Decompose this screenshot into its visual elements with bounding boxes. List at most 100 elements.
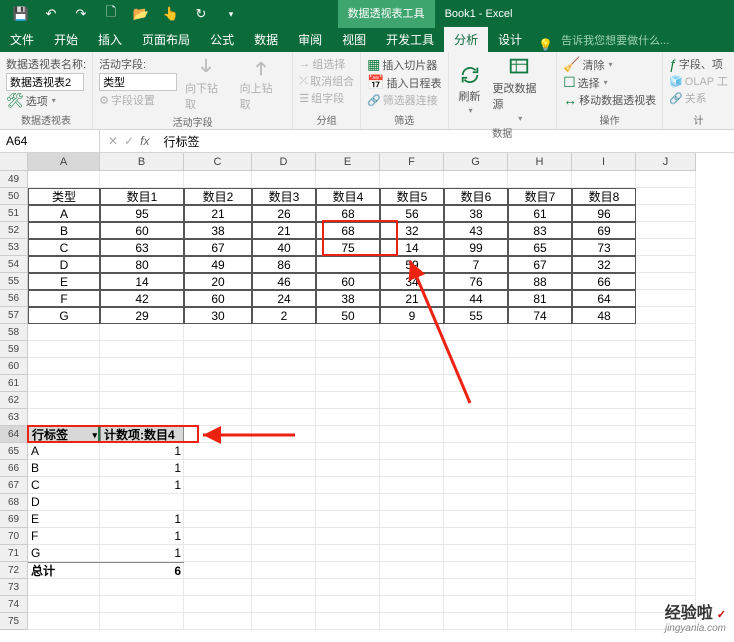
select-all-button[interactable] [0, 153, 28, 171]
cell[interactable] [444, 511, 508, 528]
cell[interactable]: 30 [184, 307, 252, 324]
cell[interactable] [572, 528, 636, 545]
cell[interactable] [184, 494, 252, 511]
cell[interactable]: D [28, 256, 100, 273]
cell[interactable] [184, 392, 252, 409]
cell[interactable] [508, 579, 572, 596]
cell[interactable]: 1 [100, 511, 184, 528]
cell[interactable] [28, 596, 100, 613]
cell[interactable]: 14 [100, 273, 184, 290]
row-header-72[interactable]: 72 [0, 562, 28, 579]
cell[interactable] [100, 579, 184, 596]
cell[interactable] [636, 477, 696, 494]
cell[interactable] [572, 409, 636, 426]
select-button[interactable]: ☐选择▾ [563, 74, 656, 91]
refresh-button[interactable]: 刷新▾ [455, 64, 485, 115]
save-icon[interactable]: 💾 [6, 0, 36, 28]
cell[interactable] [380, 545, 444, 562]
cell[interactable] [316, 494, 380, 511]
row-header-49[interactable]: 49 [0, 171, 28, 188]
col-header-E[interactable]: E [316, 153, 380, 171]
cell[interactable]: 66 [572, 273, 636, 290]
cell[interactable]: 21 [380, 290, 444, 307]
cell[interactable] [572, 596, 636, 613]
cell[interactable]: 60 [184, 290, 252, 307]
cell[interactable] [380, 528, 444, 545]
row-header-53[interactable]: 53 [0, 239, 28, 256]
cell[interactable] [508, 511, 572, 528]
cell[interactable] [636, 562, 696, 579]
cell[interactable] [380, 426, 444, 443]
cell[interactable] [380, 171, 444, 188]
col-header-J[interactable]: J [636, 153, 696, 171]
cell[interactable]: 1 [100, 528, 184, 545]
cell[interactable]: 数目7 [508, 188, 572, 205]
cell[interactable]: G [28, 307, 100, 324]
cell[interactable]: 34 [380, 273, 444, 290]
cell[interactable] [444, 477, 508, 494]
cell[interactable] [636, 171, 696, 188]
cell[interactable]: 44 [444, 290, 508, 307]
cell[interactable] [508, 562, 572, 579]
cell[interactable] [508, 409, 572, 426]
cell[interactable] [636, 358, 696, 375]
cell[interactable] [444, 545, 508, 562]
cell[interactable] [28, 392, 100, 409]
cell[interactable] [184, 171, 252, 188]
name-box[interactable] [0, 130, 100, 152]
cell[interactable] [316, 579, 380, 596]
enter-icon[interactable]: ✓ [124, 134, 134, 148]
cell[interactable] [100, 341, 184, 358]
cell[interactable] [100, 358, 184, 375]
cell[interactable] [184, 358, 252, 375]
cell[interactable] [252, 358, 316, 375]
cell[interactable] [636, 392, 696, 409]
cell[interactable] [316, 409, 380, 426]
cell[interactable]: 7 [444, 256, 508, 273]
cell[interactable]: 76 [444, 273, 508, 290]
tab-analyze[interactable]: 分析 [444, 27, 488, 52]
cell[interactable]: G [28, 545, 100, 562]
cell[interactable]: 数目4 [316, 188, 380, 205]
cell[interactable]: B [28, 222, 100, 239]
cell[interactable]: B [28, 460, 100, 477]
cell[interactable]: F [28, 528, 100, 545]
active-field-input[interactable] [99, 73, 177, 91]
cell[interactable]: 74 [508, 307, 572, 324]
cell[interactable] [572, 579, 636, 596]
cell[interactable]: 68 [316, 205, 380, 222]
cell[interactable]: 80 [100, 256, 184, 273]
cell[interactable] [636, 545, 696, 562]
cell[interactable]: 60 [316, 273, 380, 290]
cell[interactable]: 56 [380, 205, 444, 222]
cell[interactable]: 60 [100, 222, 184, 239]
col-header-I[interactable]: I [572, 153, 636, 171]
cell[interactable] [444, 562, 508, 579]
cell[interactable] [636, 256, 696, 273]
cell[interactable] [508, 358, 572, 375]
cell[interactable] [184, 375, 252, 392]
col-header-H[interactable]: H [508, 153, 572, 171]
cell[interactable] [252, 324, 316, 341]
cell[interactable]: 6 [100, 562, 184, 579]
cell[interactable]: 29 [100, 307, 184, 324]
row-header-65[interactable]: 65 [0, 443, 28, 460]
row-header-54[interactable]: 54 [0, 256, 28, 273]
cell[interactable] [184, 562, 252, 579]
cell[interactable]: 类型 [28, 188, 100, 205]
field-settings-button[interactable]: ⚙字段设置 [99, 92, 177, 108]
cell[interactable]: 63 [100, 239, 184, 256]
cell[interactable] [252, 494, 316, 511]
cell[interactable] [636, 426, 696, 443]
touch-mode-icon[interactable]: 👆 [156, 0, 186, 28]
cell[interactable] [508, 528, 572, 545]
cell[interactable] [444, 341, 508, 358]
cell[interactable] [184, 443, 252, 460]
cell[interactable] [252, 375, 316, 392]
tab-home[interactable]: 开始 [44, 27, 88, 52]
cell[interactable] [508, 171, 572, 188]
cell[interactable] [380, 443, 444, 460]
col-header-C[interactable]: C [184, 153, 252, 171]
cell[interactable] [572, 392, 636, 409]
cell[interactable]: 26 [252, 205, 316, 222]
